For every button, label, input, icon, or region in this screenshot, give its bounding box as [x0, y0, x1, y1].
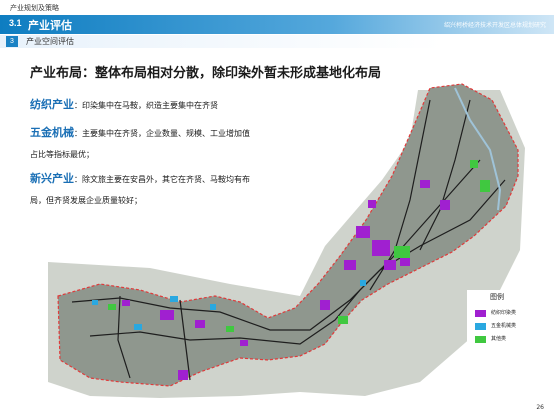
legend-label: 其他类 [491, 336, 507, 342]
legend-label: 五金机械类 [491, 323, 517, 329]
legend-label: 纺织印染类 [491, 310, 517, 316]
legend-title: 图例 [490, 293, 504, 301]
page-number: 26 [536, 404, 544, 411]
map-legend: 图例 纺织印染类 五金机械类 其他类 [467, 290, 539, 354]
legend-swatch [475, 336, 486, 343]
legend-swatch [475, 310, 486, 317]
legend-swatch [475, 323, 486, 330]
